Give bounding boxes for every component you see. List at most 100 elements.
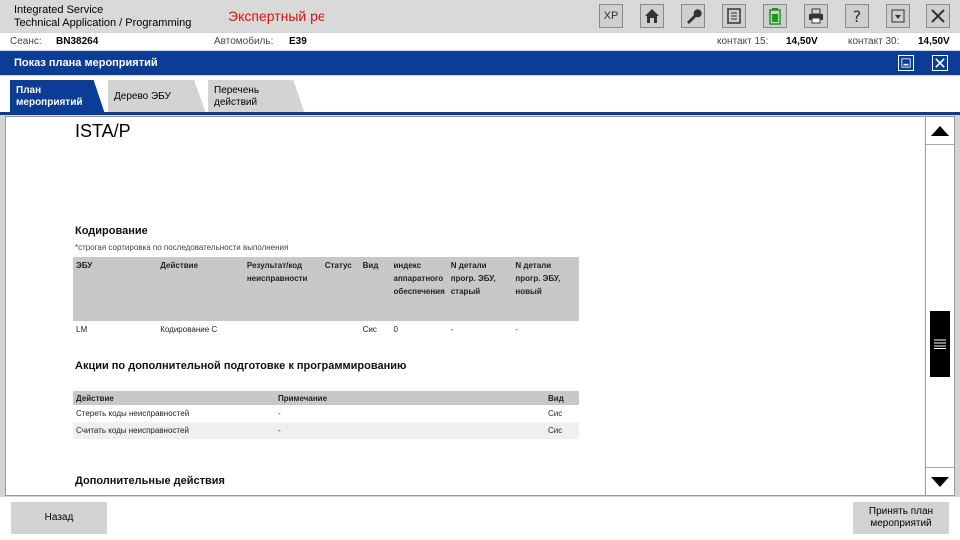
window-close-icon — [935, 58, 945, 68]
scroll-up-button[interactable] — [926, 117, 954, 145]
vehicle-label: Автомобиль: — [214, 36, 274, 47]
col-result: Результат/код неисправности — [243, 257, 322, 321]
battery-icon — [769, 8, 781, 25]
arrow-up-icon — [931, 125, 949, 136]
minimize-icon — [901, 58, 911, 68]
arrow-down-icon — [931, 476, 949, 487]
cell-prep-type: Сис — [545, 422, 579, 439]
tab-underline — [0, 112, 960, 115]
cell-prep-note: - — [278, 409, 281, 418]
col-part-new: N детали прогр. ЭБУ, новый — [512, 257, 579, 321]
cell-ecu: LM — [76, 325, 88, 334]
session-info-bar: Сеанс: BN38264 Автомобиль: E39 контакт 1… — [0, 33, 960, 50]
document-view: ISTA/P Кодирование *строгая сортировка п… — [6, 117, 924, 495]
download-icon — [891, 9, 905, 23]
accept-plan-line2: мероприятий — [870, 518, 932, 529]
battery-button[interactable] — [763, 4, 787, 28]
col-prep-note: Примечание — [275, 391, 545, 405]
cell-part-old: - — [450, 325, 454, 334]
help-icon: ? — [853, 7, 862, 25]
scroll-down-button[interactable] — [926, 467, 954, 495]
window-header: Показ плана мероприятий — [0, 51, 960, 75]
tab-ecu-tree[interactable]: Дерево ЭБУ — [108, 80, 206, 114]
help-button[interactable]: ? — [845, 4, 869, 28]
print-button[interactable] — [804, 4, 828, 28]
col-action: Действие — [157, 257, 244, 321]
svg-text:?: ? — [853, 7, 862, 25]
minimize-app-button[interactable] — [886, 4, 910, 28]
window-minimize-button[interactable] — [898, 55, 914, 71]
scroll-thumb[interactable] — [930, 311, 950, 377]
vehicle-value: E39 — [289, 36, 307, 47]
extra-section-title: Дополнительные действия — [75, 475, 225, 487]
coding-table: ЭБУ Действие Результат/код неисправности… — [73, 257, 579, 338]
tab-plan-line1: План — [16, 85, 42, 96]
kl30-value: 14,50V — [918, 36, 950, 47]
kl15-label: контакт 15: — [717, 36, 769, 47]
col-part-old: N детали прогр. ЭБУ, старый — [447, 257, 513, 321]
xp-button[interactable]: XP — [599, 4, 623, 28]
cell-prep-action: Считать коды неисправностей — [73, 422, 275, 439]
accept-plan-line1: Принять план — [868, 506, 934, 517]
col-prep-type: Вид — [545, 391, 579, 405]
cell-action: Кодирование C — [160, 325, 218, 334]
brand-heading: ISTA/P — [75, 121, 131, 141]
close-icon — [931, 9, 945, 23]
coding-header-row: ЭБУ Действие Результат/код неисправности… — [73, 257, 579, 321]
app-title-line2: Technical Application / Programming — [14, 17, 192, 29]
bottom-bar: Назад Принять план мероприятий — [0, 497, 960, 540]
prep-header-row: Действие Примечание Вид — [73, 391, 579, 405]
window-title: Показ плана мероприятий — [14, 57, 158, 69]
kl15-value: 14,50V — [786, 36, 818, 47]
kl30-label: контакт 30: — [848, 36, 900, 47]
prep-table: Действие Примечание Вид Стереть коды неи… — [73, 391, 579, 439]
table-row[interactable]: Считать коды неисправностей - Сис — [73, 422, 579, 439]
vertical-scrollbar[interactable] — [925, 117, 954, 495]
ecu-icon — [727, 8, 741, 24]
coding-section-title: Кодирование — [75, 225, 148, 237]
ista-window: Integrated Service Technical Application… — [0, 0, 960, 540]
close-app-button[interactable] — [926, 4, 950, 28]
cell-prep-type: Сис — [548, 409, 563, 418]
table-row[interactable]: LM Кодирование C Сис 0 - - — [73, 321, 579, 338]
tab-action-list-line2: действий — [214, 97, 258, 108]
service-button[interactable] — [681, 4, 705, 28]
col-hw-index: индекс аппаратного обеспечения — [390, 257, 448, 321]
col-status: Статус — [321, 257, 360, 321]
cell-status — [322, 321, 360, 338]
printer-icon — [809, 8, 823, 24]
home-icon — [645, 9, 659, 23]
session-value: BN38264 — [56, 36, 99, 47]
coding-note: *строгая сортировка по последовательност… — [75, 243, 289, 252]
tab-bar: План мероприятий Дерево ЭБУ Перечень дей… — [0, 76, 960, 114]
session-label: Сеанс: — [10, 36, 42, 47]
app-title: Integrated Service Technical Application… — [14, 4, 191, 30]
app-title-line1: Integrated Service — [14, 4, 104, 16]
prep-section-title: Акции по дополнительной подготовке к про… — [75, 360, 407, 372]
tab-ecu-tree-label: Дерево ЭБУ — [114, 91, 171, 102]
tab-plan-line2: мероприятий — [16, 97, 83, 108]
col-prep-action: Действие — [73, 391, 275, 405]
content-frame: ISTA/P Кодирование *строгая сортировка п… — [5, 116, 955, 496]
col-type: Вид — [359, 257, 391, 321]
tab-action-list-line1: Перечень — [214, 85, 260, 96]
top-toolbar: Integrated Service Technical Application… — [0, 0, 960, 32]
home-button[interactable] — [640, 4, 664, 28]
cell-type: Сис — [362, 325, 377, 334]
col-ecu: ЭБУ — [73, 257, 158, 321]
tab-plan[interactable]: План мероприятий — [10, 80, 105, 114]
cell-result — [244, 321, 322, 338]
accept-plan-button[interactable]: Принять план мероприятий — [853, 502, 949, 534]
xp-label: XP — [603, 10, 619, 22]
wrench-icon — [687, 9, 702, 24]
cell-hw-index: 0 — [393, 325, 398, 334]
cell-part-new: - — [515, 325, 519, 334]
window-close-button[interactable] — [932, 55, 948, 71]
expert-mode-label: Экспертный ре — [228, 8, 324, 24]
table-row[interactable]: Стереть коды неисправностей - Сис — [73, 405, 579, 422]
back-button[interactable]: Назад — [11, 502, 107, 534]
cell-prep-action: Стереть коды неисправностей — [76, 409, 190, 418]
tab-action-list[interactable]: Перечень действий — [208, 80, 305, 114]
cell-prep-note: - — [275, 422, 545, 439]
ecu-button[interactable] — [722, 4, 746, 28]
